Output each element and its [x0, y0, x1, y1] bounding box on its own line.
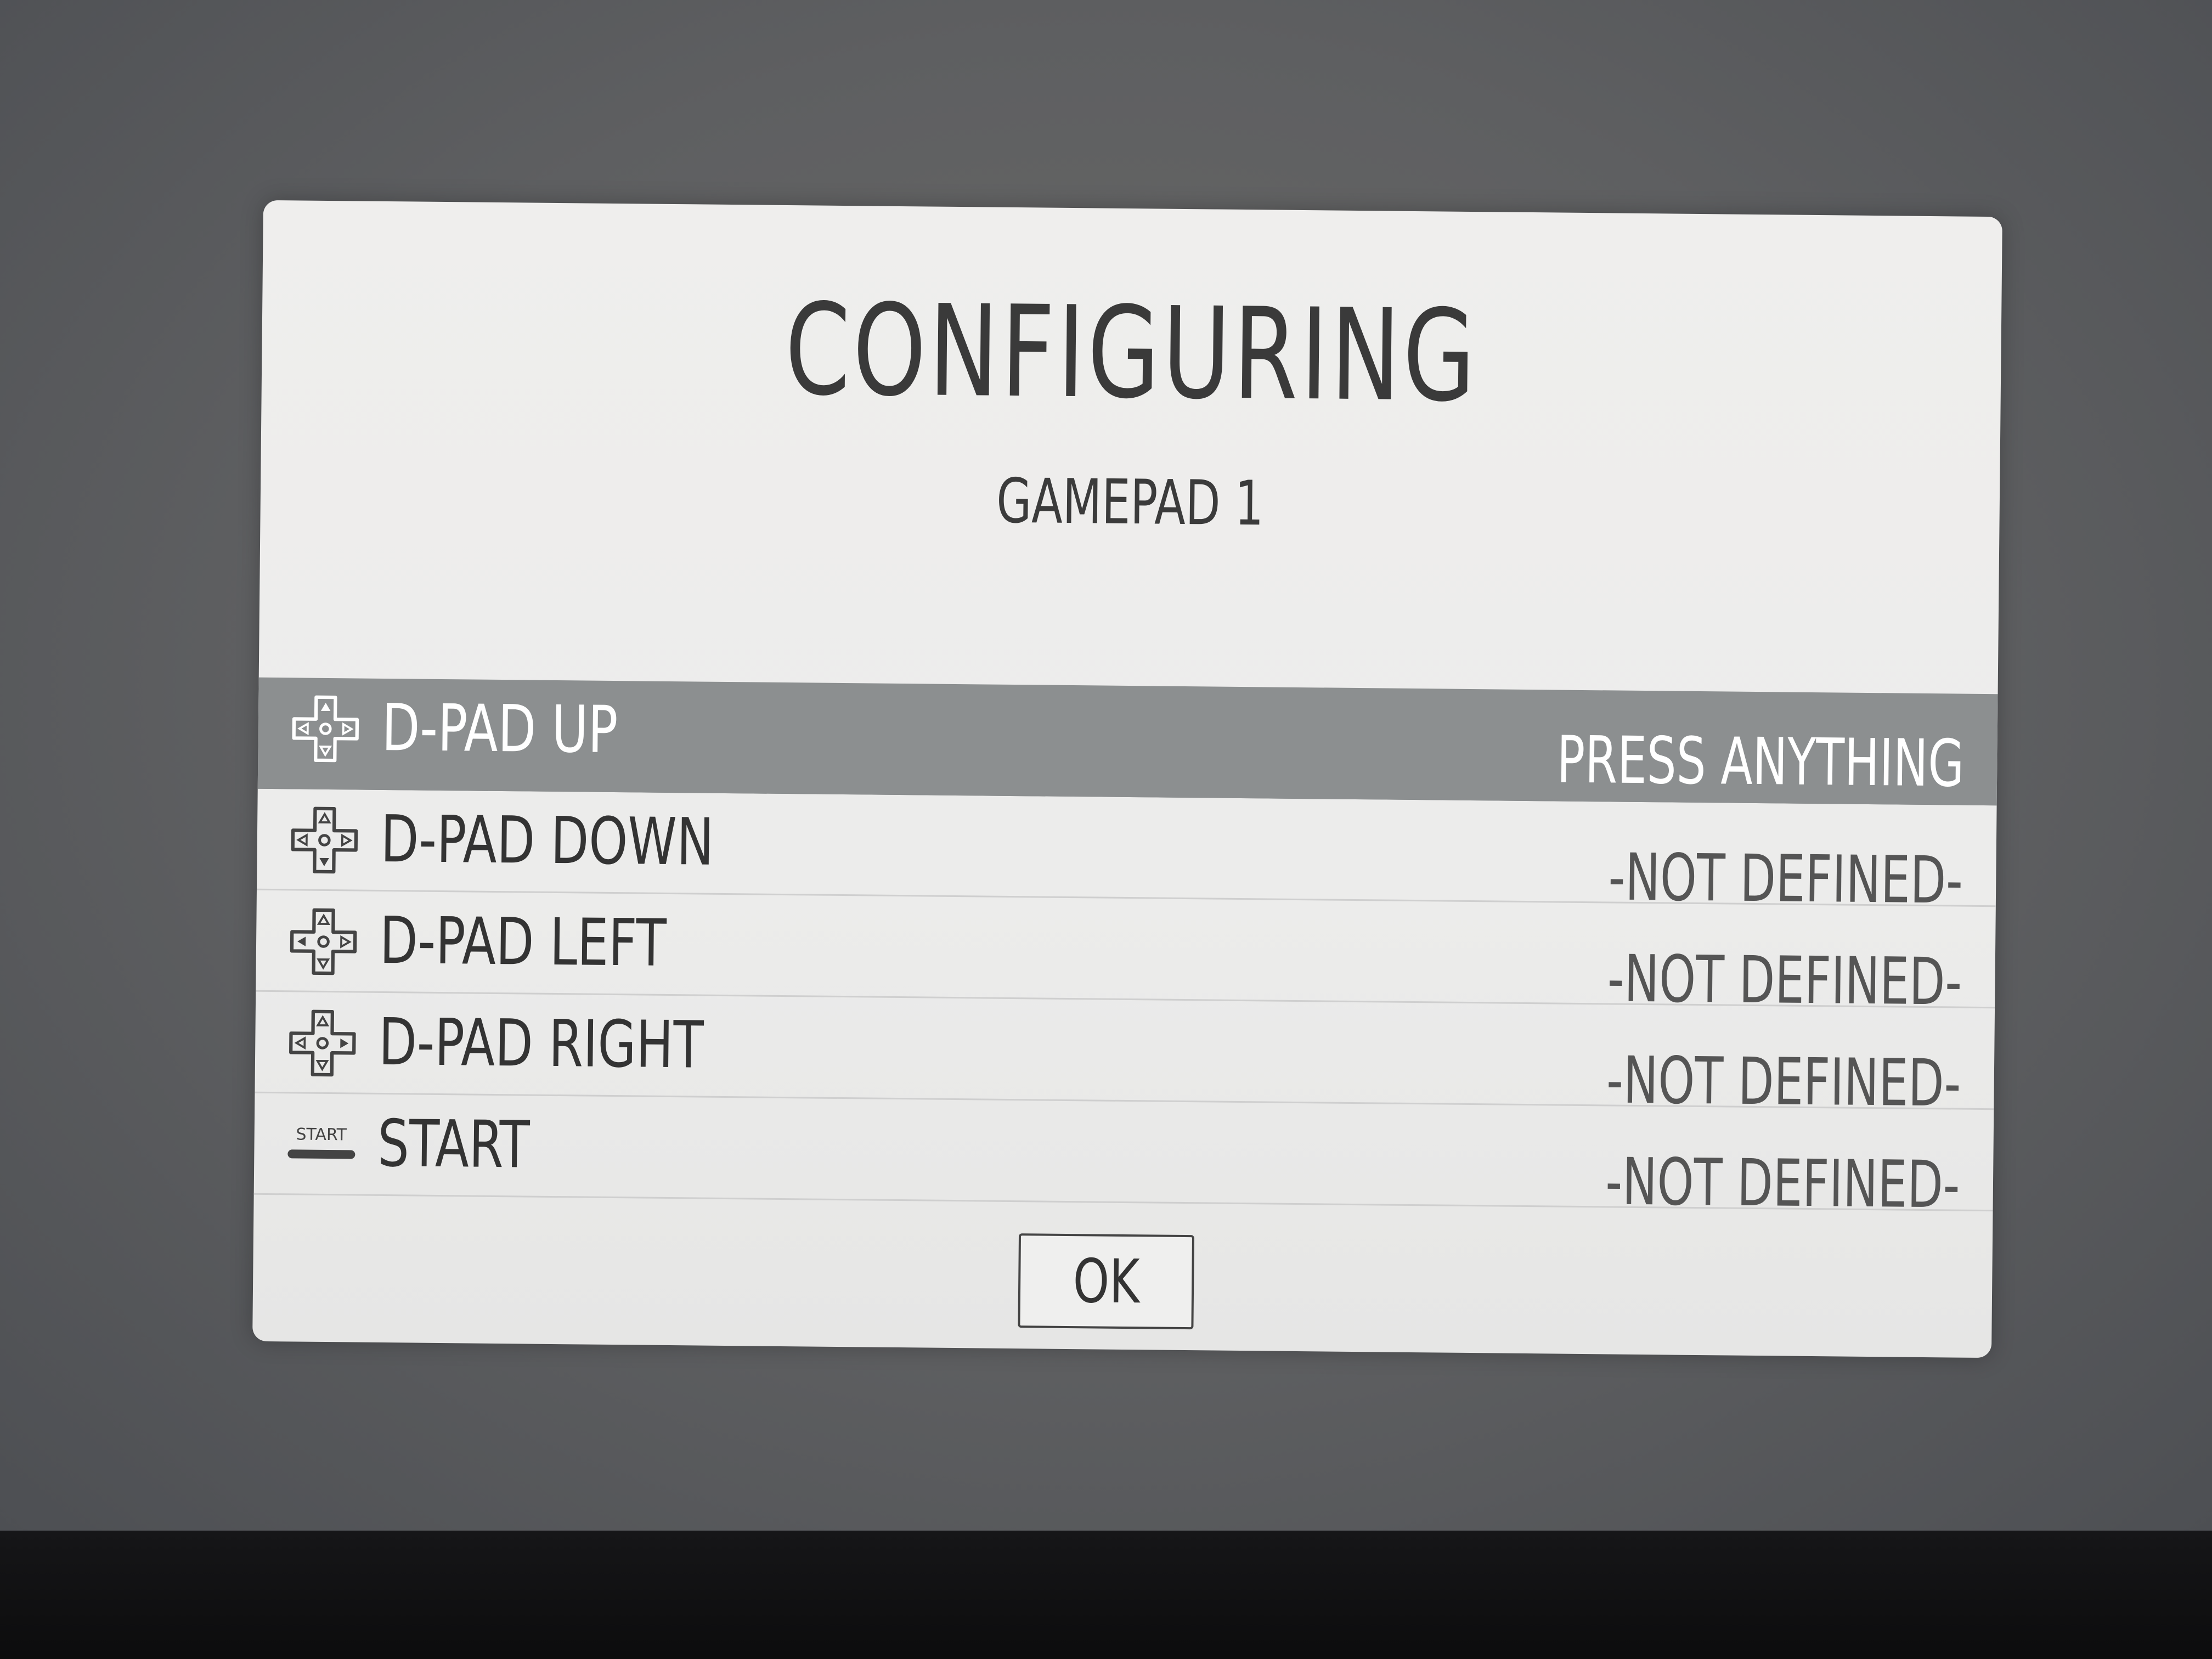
input-row-start[interactable]: START START -NOT DEFINED-	[253, 1093, 1994, 1223]
dialog-subtitle: GAMEPAD 1	[996, 465, 1264, 540]
input-row-dpad-left[interactable]: D-PAD LEFT -NOT DEFINED-	[256, 890, 1996, 1020]
dpad-down-icon	[291, 806, 358, 874]
input-row-dpad-down[interactable]: D-PAD DOWN -NOT DEFINED-	[256, 788, 1997, 918]
input-label: D-PAD DOWN	[380, 800, 714, 880]
input-value: PRESS ANYTHING	[1556, 721, 1965, 802]
ok-button-label: OK	[1072, 1246, 1140, 1317]
dialog-title: CONFIGURING	[784, 276, 1479, 431]
input-value: -NOT DEFINED-	[1605, 1143, 1961, 1223]
ok-button[interactable]: OK	[1018, 1233, 1195, 1330]
tv-bezel	[0, 1531, 2212, 1659]
input-row-dpad-up[interactable]: D-PAD UP PRESS ANYTHING	[257, 677, 1998, 806]
input-row-dpad-right[interactable]: D-PAD RIGHT -NOT DEFINED-	[255, 991, 1995, 1121]
configuring-dialog: CONFIGURING GAMEPAD 1 D-PAD UP PRESS ANY…	[252, 200, 2002, 1358]
input-label: START	[377, 1105, 531, 1183]
tv-screen: CONFIGURING GAMEPAD 1 D-PAD UP PRESS ANY…	[0, 0, 2212, 1531]
start-icon-text: START	[296, 1125, 347, 1144]
input-list: D-PAD UP PRESS ANYTHING D-PAD DOWN -NOT …	[253, 677, 1998, 1223]
start-button-icon: START	[287, 1125, 356, 1159]
dpad-up-icon	[292, 695, 359, 763]
input-label: D-PAD LEFT	[379, 902, 667, 981]
dpad-right-icon	[289, 1009, 356, 1077]
input-label: D-PAD RIGHT	[378, 1003, 704, 1083]
input-label: D-PAD UP	[381, 689, 618, 768]
dpad-left-icon	[290, 908, 357, 975]
